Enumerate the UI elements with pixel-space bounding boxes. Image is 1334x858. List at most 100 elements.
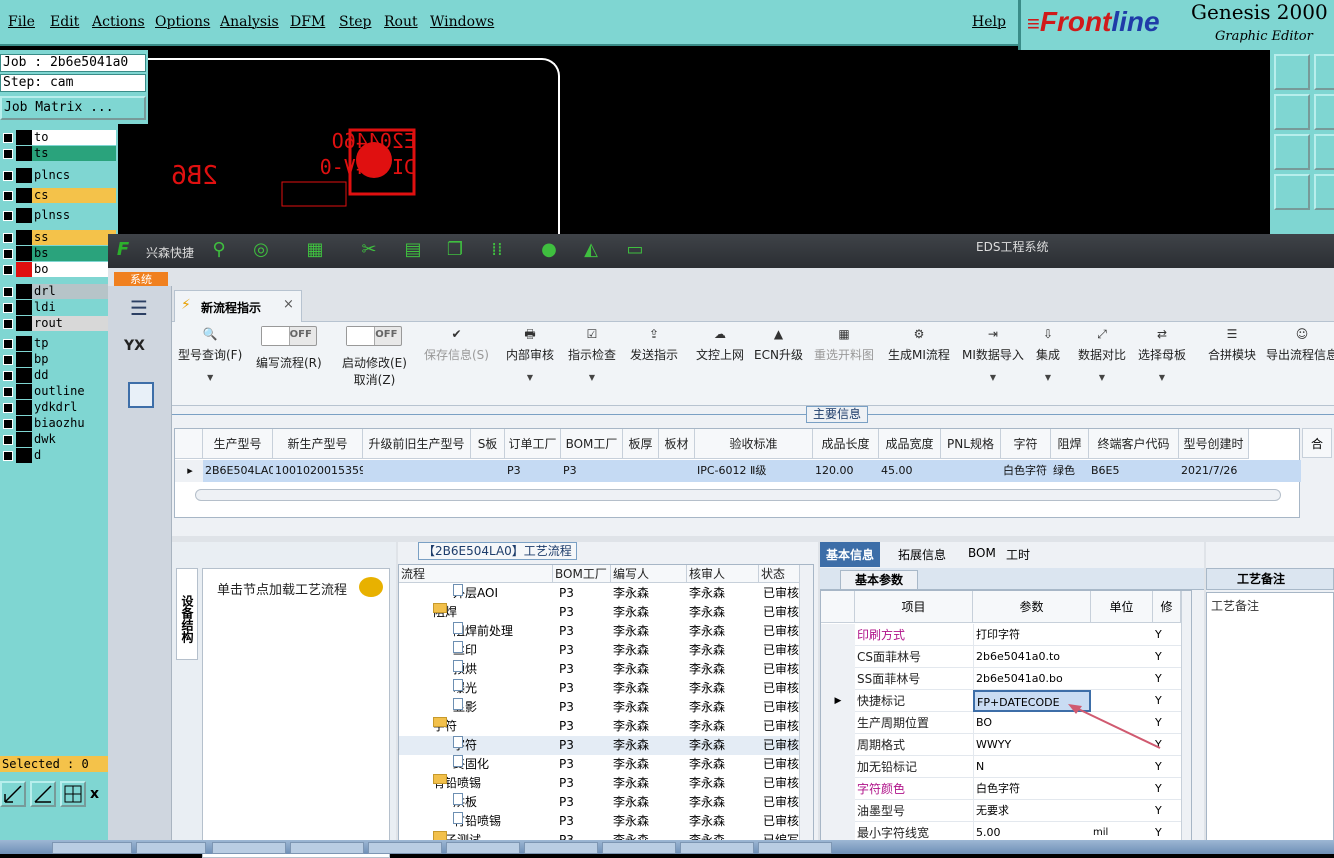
scissors-icon[interactable]: ✂ <box>358 239 380 261</box>
prop-row[interactable]: 油墨型号 无要求 Y <box>821 800 1191 822</box>
flow-node[interactable]: 显影 <box>453 698 477 717</box>
dropdown-arrow-icon[interactable]: ▼ <box>506 373 554 382</box>
layer-row[interactable]: d <box>0 448 118 463</box>
layer-row[interactable]: bs <box>0 246 118 261</box>
layer-checkbox[interactable] <box>3 371 13 381</box>
grid-cell[interactable] <box>941 460 1001 482</box>
grid-header[interactable]: 新生产型号 <box>273 429 363 459</box>
layer-checkbox[interactable] <box>3 211 13 221</box>
dropdown-arrow-icon[interactable]: ▼ <box>962 373 1024 382</box>
toolbar-button[interactable]: ▲ ECN升级 <box>754 326 803 363</box>
layer-row[interactable]: dwk <box>0 432 118 447</box>
flow-node[interactable]: 字符 <box>433 717 457 736</box>
flow-row[interactable]: 字符 P3 李永森 李永森 已审核 <box>399 717 813 736</box>
layer-checkbox[interactable] <box>3 191 13 201</box>
prop-row[interactable]: 加无铅标记 N Y <box>821 756 1191 778</box>
toggle-switch[interactable]: OFF <box>346 326 403 346</box>
menu-help[interactable]: Help <box>972 14 1006 30</box>
layer-row[interactable]: outline <box>0 384 118 399</box>
flow-node[interactable]: 终固化 <box>453 755 489 774</box>
prop-value[interactable]: 2b6e5041a0.to <box>973 646 1091 668</box>
layer-name[interactable]: ydkdrl <box>32 400 116 415</box>
remark-tab[interactable]: 工艺备注 <box>1206 568 1334 590</box>
apps-icon[interactable]: ⁞⁞ <box>486 239 508 261</box>
layer-row[interactable]: to <box>0 130 118 145</box>
grid-cell[interactable]: 120.00 <box>813 460 879 482</box>
toolbar-button[interactable]: ⤢ 数据对比 ▼ <box>1078 326 1126 382</box>
layer-row[interactable]: dd <box>0 368 118 383</box>
grid-cell[interactable]: P3 <box>561 460 623 482</box>
tab-new-process[interactable]: ⚡ 新流程指示 × <box>174 290 302 322</box>
monitor-icon[interactable]: ▭ <box>624 239 646 261</box>
flow-row[interactable]: 显影 P3 李永森 李永森 已审核 <box>399 698 813 717</box>
prop-row[interactable]: 印刷方式 打印字符 Y <box>821 624 1191 646</box>
menu-icon[interactable]: ☰ <box>130 296 148 320</box>
layer-row[interactable]: ts <box>0 146 118 161</box>
flow-header[interactable]: 编写人 <box>611 565 687 583</box>
dropdown-arrow-icon[interactable]: ▼ <box>178 373 242 382</box>
calculator-icon[interactable] <box>128 382 154 408</box>
layer-name[interactable]: ldi <box>32 300 116 315</box>
grid-header[interactable]: 板材 <box>659 429 695 459</box>
layer-row[interactable]: plnss <box>0 208 118 223</box>
toolbar-button[interactable]: ☑ 指示检查 ▼ <box>568 326 616 382</box>
prop-tab[interactable]: 基本信息 <box>820 542 881 567</box>
grid-cell[interactable]: 2B6E504LA0 <box>203 460 273 482</box>
grid-header[interactable]: BOM工厂 <box>561 429 623 459</box>
layer-row[interactable]: bo <box>0 262 118 277</box>
taskbar-item-4[interactable] <box>290 842 364 854</box>
layer-name[interactable]: ts <box>32 146 116 161</box>
flow-row[interactable]: 阻焊 P3 李永森 李永森 已审核 <box>399 603 813 622</box>
remark-body[interactable]: 工艺备注 <box>1206 592 1334 854</box>
tool-button-8[interactable] <box>1314 174 1334 210</box>
grid-cell[interactable]: 绿色 <box>1051 460 1089 482</box>
toolbar-button[interactable]: OFF 编写流程(R) <box>256 326 322 371</box>
flow-row[interactable]: 预烘 P3 李永森 李永森 已审核 <box>399 660 813 679</box>
dropdown-arrow-icon[interactable]: ▼ <box>1078 373 1126 382</box>
toolbar-button[interactable]: ☁ 文控上网 <box>696 326 744 363</box>
layer-name[interactable]: drl <box>32 284 116 299</box>
flow-row[interactable]: 终固化 P3 李永森 李永森 已审核 <box>399 755 813 774</box>
copy-icon[interactable]: ❐ <box>444 239 466 261</box>
flow-node[interactable]: 有铅喷锡 <box>453 812 501 831</box>
flow-node[interactable]: 外层AOI <box>453 584 498 603</box>
layer-checkbox[interactable] <box>3 287 13 297</box>
layer-name[interactable]: tp <box>32 336 116 351</box>
layer-checkbox[interactable] <box>3 171 13 181</box>
layer-name[interactable]: bs <box>32 246 116 261</box>
flow-row[interactable]: 曝光 P3 李永森 李永森 已审核 <box>399 679 813 698</box>
grid-header[interactable]: 型号创建时 <box>1179 429 1249 459</box>
flow-node[interactable]: 阻焊 <box>433 603 457 622</box>
layer-row[interactable]: biaozhu <box>0 416 118 431</box>
job-matrix-button[interactable]: Job Matrix ... <box>0 96 146 120</box>
layer-row[interactable]: cs <box>0 188 118 203</box>
prop-value[interactable]: 2b6e5041a0.bo <box>973 668 1091 690</box>
prop-tab[interactable]: BOM <box>968 546 996 560</box>
toolbar-button[interactable]: OFF 启动修改(E) 取消(Z) <box>342 326 407 388</box>
toolbar-button[interactable]: ⚙ 生成MI流程 <box>888 326 950 363</box>
layer-checkbox[interactable] <box>3 265 13 275</box>
flow-node[interactable]: 预烘 <box>453 660 477 679</box>
layer-name[interactable]: bo <box>32 262 116 277</box>
search-icon[interactable]: ⚲ <box>208 239 230 261</box>
layer-name[interactable]: cs <box>32 188 116 203</box>
flow-scrollbar[interactable] <box>799 565 813 853</box>
taskbar-item-8[interactable] <box>602 842 676 854</box>
layer-name[interactable]: plnss <box>32 208 116 223</box>
flow-node[interactable]: 阻焊前处理 <box>453 622 513 641</box>
menu-windows[interactable]: Windows <box>430 14 494 30</box>
grid-cell[interactable] <box>623 460 659 482</box>
horizontal-scrollbar[interactable] <box>195 489 1281 501</box>
layer-row[interactable]: plncs <box>0 168 118 183</box>
taskbar-item-3[interactable] <box>212 842 286 854</box>
layer-checkbox[interactable] <box>3 387 13 397</box>
layer-name[interactable]: d <box>32 448 116 463</box>
lifebuoy-icon[interactable]: ◎ <box>250 239 272 261</box>
toolbar-button[interactable]: 🖶 内部审核 ▼ <box>506 326 554 382</box>
grid-header[interactable]: 板厚 <box>623 429 659 459</box>
prop-value[interactable]: N <box>973 756 1091 778</box>
toolbar-button[interactable]: ☰ 合拼模块 <box>1208 326 1256 363</box>
tool-button-7[interactable] <box>1274 174 1310 210</box>
grid-cell[interactable]: B6E5 <box>1089 460 1179 482</box>
grid-header[interactable]: PNL规格 <box>941 429 1001 459</box>
